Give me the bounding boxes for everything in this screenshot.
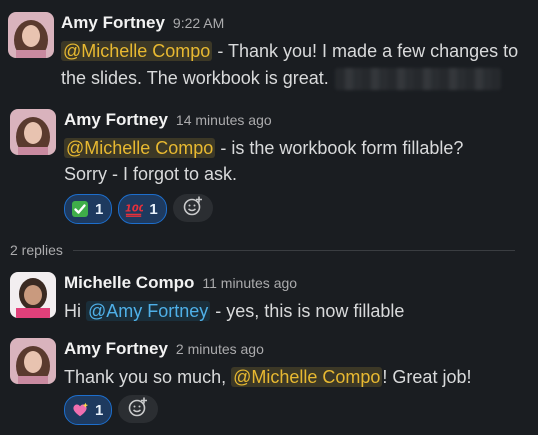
- message-text: Thank you so much,: [64, 367, 232, 387]
- message-text: Hi: [64, 301, 86, 321]
- mention-amy-fortney[interactable]: @Amy Fortney: [86, 301, 211, 321]
- replies-divider: 2 replies: [10, 239, 515, 261]
- mention-michelle-compo[interactable]: @Michelle Compo: [64, 138, 216, 158]
- message-timestamp[interactable]: 2 minutes ago: [176, 341, 264, 357]
- white-check-mark-icon: [71, 200, 89, 218]
- message-text: the slides. The workbook is great.: [61, 68, 329, 88]
- add-reaction-button[interactable]: [172, 194, 213, 222]
- avatar-amy-fortney[interactable]: [10, 109, 56, 155]
- message-body: Thank you so much, @Michelle Compo! Grea…: [64, 364, 471, 390]
- svg-text:100: 100: [125, 204, 143, 215]
- author-name[interactable]: Amy Fortney: [64, 110, 168, 129]
- message-body-line2: the slides. The workbook is great.: [61, 65, 501, 91]
- avatar-amy-fortney[interactable]: [8, 12, 54, 58]
- message-text: - is the workbook form fillable?: [215, 138, 464, 158]
- add-emoji-icon: [182, 195, 204, 222]
- reaction-count: 1: [149, 200, 158, 218]
- reactions-bar: 1: [64, 395, 159, 425]
- sparkling-heart-icon: [71, 401, 89, 419]
- reactions-bar: 1 100 1: [64, 194, 213, 224]
- message-body-line2: Sorry - I forgot to ask.: [64, 161, 237, 187]
- message-text: Sorry - I forgot to ask.: [64, 164, 238, 184]
- message-author[interactable]: Amy Fortney 9:22 AM: [61, 13, 224, 33]
- reaction-sparkling-heart[interactable]: 1: [64, 395, 113, 425]
- message-timestamp[interactable]: 11 minutes ago: [202, 275, 297, 291]
- replies-count[interactable]: 2 replies: [10, 242, 63, 258]
- add-emoji-icon: [127, 396, 149, 423]
- message-author[interactable]: Michelle Compo 11 minutes ago: [64, 273, 297, 293]
- message-timestamp[interactable]: 14 minutes ago: [176, 112, 272, 128]
- reaction-count: 1: [95, 200, 104, 218]
- message-body: @Michelle Compo - Thank you! I made a fe…: [61, 38, 518, 64]
- message-timestamp[interactable]: 9:22 AM: [173, 15, 224, 31]
- avatar-michelle-compo[interactable]: [10, 272, 56, 318]
- redacted-text: [334, 68, 501, 91]
- message-author[interactable]: Amy Fortney 2 minutes ago: [64, 339, 264, 359]
- mention-michelle-compo[interactable]: @Michelle Compo: [61, 41, 213, 61]
- message-body: Hi @Amy Fortney - yes, this is now filla…: [64, 298, 404, 324]
- add-reaction-button[interactable]: [118, 395, 159, 423]
- author-name[interactable]: Amy Fortney: [61, 13, 165, 32]
- reaction-hundred-points[interactable]: 100 1: [118, 194, 167, 224]
- mention-michelle-compo[interactable]: @Michelle Compo: [231, 367, 383, 387]
- message-thread: Amy Fortney 9:22 AM @Michelle Compo - Tha…: [0, 0, 538, 435]
- message-text: - yes, this is now fillable: [210, 301, 405, 321]
- message-author[interactable]: Amy Fortney 14 minutes ago: [64, 110, 272, 130]
- author-name[interactable]: Michelle Compo: [64, 273, 194, 292]
- avatar-amy-fortney[interactable]: [10, 338, 56, 384]
- divider-line: [72, 249, 515, 251]
- message-text: ! Great job!: [382, 367, 472, 387]
- hundred-points-icon: 100: [125, 200, 143, 218]
- message-text: - Thank you! I made a few changes to: [212, 41, 519, 61]
- message-body: @Michelle Compo - is the workbook form f…: [64, 135, 463, 161]
- reaction-count: 1: [95, 401, 104, 419]
- author-name[interactable]: Amy Fortney: [64, 339, 168, 358]
- reaction-white-check-mark[interactable]: 1: [64, 194, 113, 224]
